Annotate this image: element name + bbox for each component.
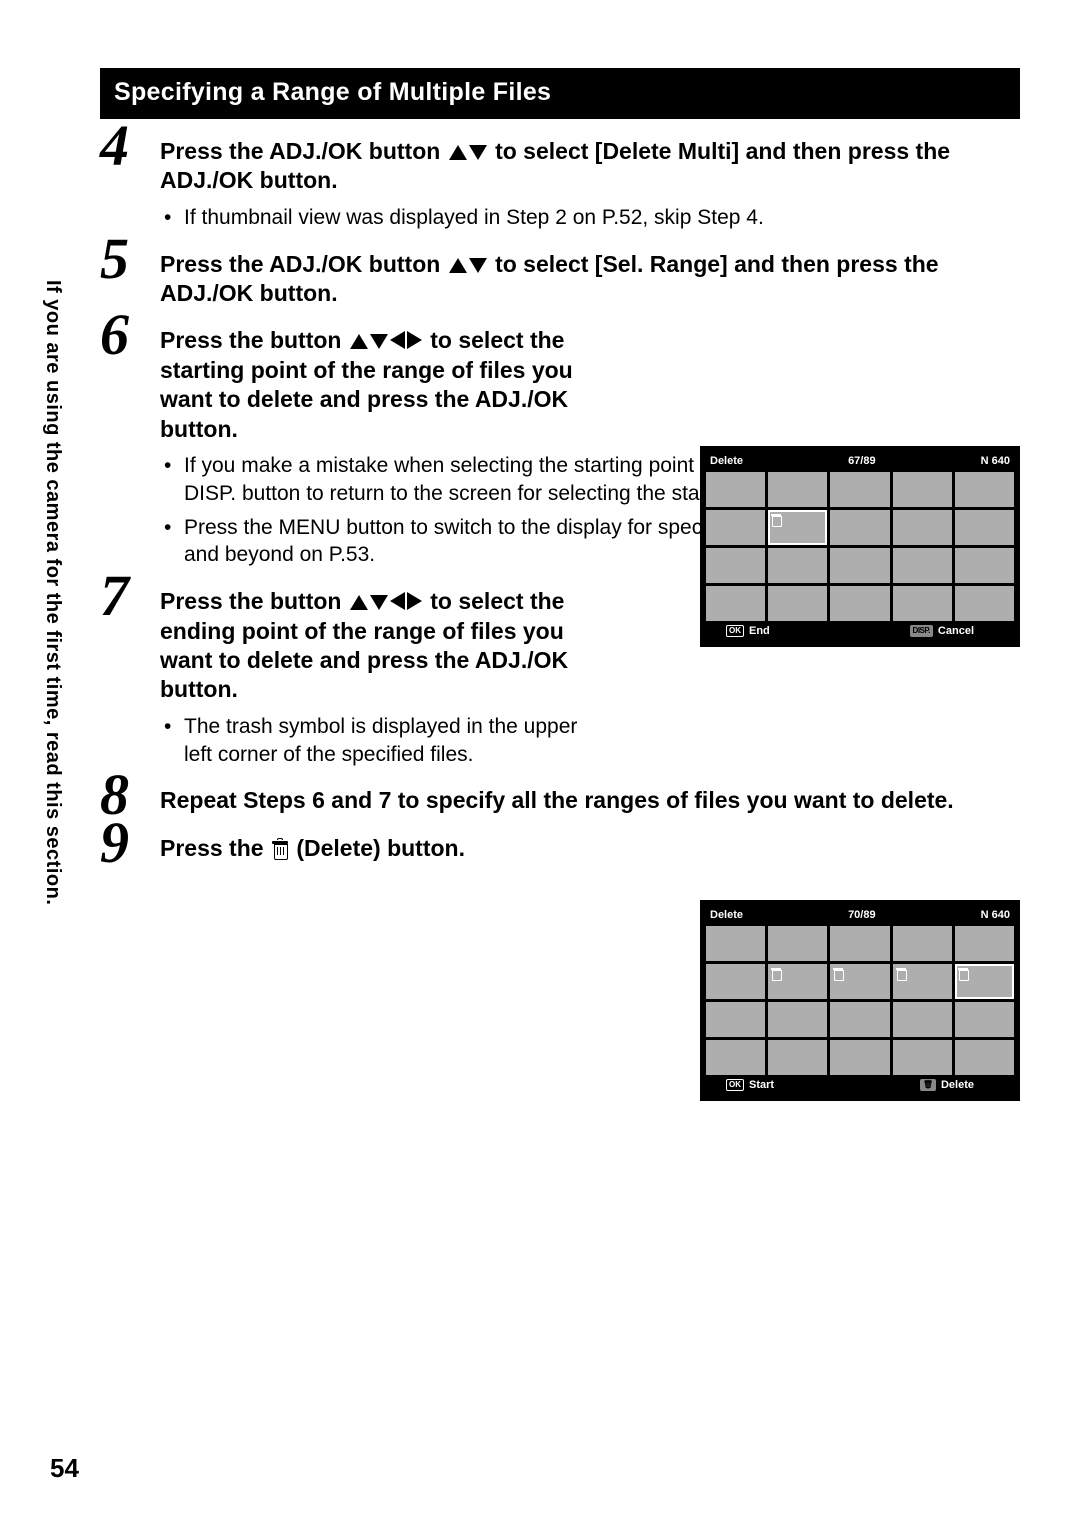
step-heading-text: Press the button: [160, 588, 348, 614]
step-heading-text: Press the ADJ./OK button: [160, 251, 447, 277]
thumbnail-selected: [955, 964, 1014, 999]
step-heading-text: Press the button: [160, 327, 348, 353]
camera-screen-2: Delete 70/89 N 640: [700, 900, 1020, 1101]
step-number: 6: [100, 306, 129, 364]
bullet-text: The trash symbol is displayed in the upp…: [184, 713, 584, 768]
section-header: Specifying a Range of Multiple Files: [100, 68, 1020, 119]
lcd-resolution: N 640: [981, 909, 1010, 921]
lcd-footer-right: DISP. Cancel: [910, 625, 974, 637]
step-5: 5 Press the ADJ./OK button to select [Se…: [100, 250, 1020, 309]
step-heading: Press the ADJ./OK button to select [Dele…: [160, 137, 1020, 196]
thumbnail: [955, 548, 1014, 583]
thumbnail: [706, 510, 765, 545]
step-number: 5: [100, 230, 129, 288]
thumbnail: [706, 586, 765, 621]
step-number: 9: [100, 814, 129, 872]
step-heading-text: Press the: [160, 835, 270, 861]
trash-icon: [833, 967, 844, 979]
thumbnail: [706, 926, 765, 961]
thumbnail: [706, 964, 765, 999]
thumbnail: [768, 926, 827, 961]
thumbnail: [706, 1002, 765, 1037]
step-8: 8 Repeat Steps 6 and 7 to specify all th…: [100, 786, 1020, 815]
lcd-title: Delete: [710, 909, 743, 921]
thumbnail: [830, 510, 889, 545]
thumbnail: [830, 472, 889, 507]
step-heading: Press the button to select the starting …: [160, 326, 580, 444]
thumbnail: [893, 548, 952, 583]
lcd-footer-label: End: [749, 625, 770, 637]
thumbnail: [955, 1040, 1014, 1075]
step-heading: Press the (Delete) button.: [160, 834, 1020, 863]
thumbnail: [768, 1002, 827, 1037]
thumbnail: [893, 472, 952, 507]
thumbnail: [706, 1040, 765, 1075]
trash-icon: [272, 840, 288, 858]
lcd-counter: 67/89: [842, 454, 882, 468]
trash-icon: [771, 513, 782, 525]
lcd-footer-right: 🗑 Delete: [920, 1079, 974, 1091]
thumbnail: [830, 586, 889, 621]
lcd-footer-left: OK Start: [726, 1079, 774, 1091]
step-number: 4: [100, 117, 129, 175]
step-heading: Press the button to select the ending po…: [160, 587, 580, 705]
ok-badge: OK: [726, 1079, 744, 1091]
thumbnail: [768, 586, 827, 621]
step-heading-text: (Delete) button.: [296, 835, 465, 861]
bullet-text: If thumbnail view was displayed in Step …: [184, 204, 1020, 232]
udlr-arrows-icon: [350, 327, 422, 353]
trash-icon: [896, 967, 907, 979]
page-number: 54: [50, 1453, 79, 1484]
thumbnail: [893, 586, 952, 621]
step-heading: Repeat Steps 6 and 7 to specify all the …: [160, 786, 1020, 815]
thumbnail: [955, 926, 1014, 961]
thumbnail: [955, 586, 1014, 621]
step-4: 4 Press the ADJ./OK button to select [De…: [100, 137, 1020, 232]
step-heading: Press the ADJ./OK button to select [Sel.…: [160, 250, 1020, 309]
thumbnail: [830, 926, 889, 961]
lcd-footer-label: Delete: [941, 1079, 974, 1091]
trash-icon: [958, 967, 969, 979]
thumbnail: [955, 1002, 1014, 1037]
trash-icon: [771, 967, 782, 979]
thumbnail-marked: [768, 964, 827, 999]
thumbnail: [955, 472, 1014, 507]
step-9: 9 Press the (Delete) button.: [100, 834, 1020, 863]
thumbnail: [706, 548, 765, 583]
udlr-arrows-icon: [350, 588, 422, 614]
thumbnail-selected: [768, 510, 827, 545]
disp-badge: DISP.: [910, 625, 933, 637]
thumbnail: [893, 1002, 952, 1037]
thumbnail-marked: [830, 964, 889, 999]
updown-arrows-icon: [449, 251, 487, 277]
camera-screen-1: Delete 67/89 N 640: [700, 446, 1020, 647]
thumbnail: [830, 1002, 889, 1037]
updown-arrows-icon: [449, 138, 487, 164]
thumbnail: [893, 510, 952, 545]
step-heading-text: Press the ADJ./OK button: [160, 138, 447, 164]
lcd-footer-label: Cancel: [938, 625, 974, 637]
lcd-counter: 70/89: [842, 908, 882, 922]
thumbnail: [830, 548, 889, 583]
lcd-footer-label: Start: [749, 1079, 774, 1091]
thumbnail: [955, 510, 1014, 545]
side-section-label: If you are using the camera for the firs…: [44, 280, 64, 960]
thumbnail: [893, 926, 952, 961]
ok-badge: OK: [726, 625, 744, 637]
lcd-resolution: N 640: [981, 455, 1010, 467]
step-number: 7: [100, 567, 129, 625]
thumbnail: [768, 472, 827, 507]
thumbnail: [893, 1040, 952, 1075]
lcd-grid: [706, 926, 1014, 1075]
lcd-grid: [706, 472, 1014, 621]
delete-badge: 🗑: [920, 1079, 936, 1091]
thumbnail: [706, 472, 765, 507]
thumbnail: [768, 1040, 827, 1075]
thumbnail-marked: [893, 964, 952, 999]
thumbnail: [830, 1040, 889, 1075]
thumbnail: [768, 548, 827, 583]
lcd-title: Delete: [710, 455, 743, 467]
lcd-footer-left: OK End: [726, 625, 770, 637]
